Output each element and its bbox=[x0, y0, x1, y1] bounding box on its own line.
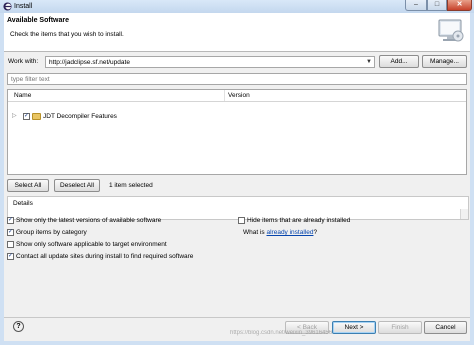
what-is-prefix: What is bbox=[243, 229, 267, 236]
help-icon[interactable]: ? bbox=[13, 321, 24, 332]
what-is-installed-text: What is already installed? bbox=[243, 228, 317, 237]
contact-sites-label: Contact all update sites during install … bbox=[16, 253, 194, 260]
chevron-down-icon[interactable]: ▼ bbox=[366, 58, 372, 67]
work-with-value: http://jadclipse.sf.net/update bbox=[49, 59, 130, 66]
already-installed-link[interactable]: already installed bbox=[266, 229, 313, 236]
details-scrollbar[interactable] bbox=[460, 209, 468, 219]
manage-button[interactable]: Manage... bbox=[422, 55, 467, 68]
deselect-all-button[interactable]: Deselect All bbox=[54, 179, 100, 192]
column-version[interactable]: Version bbox=[228, 91, 250, 100]
page-description: Check the items that you wish to install… bbox=[10, 31, 124, 38]
add-button[interactable]: Add... bbox=[379, 55, 419, 68]
install-window: Install – □ ✕ Available Software Check t… bbox=[0, 0, 474, 345]
maximize-button[interactable]: □ bbox=[427, 0, 447, 11]
footer-divider bbox=[4, 317, 470, 318]
applicable-only-label: Show only software applicable to target … bbox=[16, 241, 167, 248]
dialog-content: Available Software Check the items that … bbox=[4, 13, 470, 341]
cancel-button[interactable]: Cancel bbox=[424, 321, 467, 334]
hide-installed-label: Hide items that are already installed bbox=[247, 217, 351, 224]
applicable-only-checkbox[interactable] bbox=[7, 241, 14, 248]
window-title: Install bbox=[14, 3, 33, 10]
title-bar: Install – □ ✕ bbox=[0, 0, 474, 13]
details-title: Details bbox=[13, 200, 33, 207]
column-divider[interactable] bbox=[224, 90, 225, 101]
row-checkbox[interactable]: ✓ bbox=[23, 113, 30, 120]
hide-installed-checkbox[interactable] bbox=[238, 217, 245, 224]
work-with-label: Work with: bbox=[8, 58, 39, 65]
column-name[interactable]: Name bbox=[14, 91, 31, 100]
minimize-button[interactable]: – bbox=[405, 0, 427, 11]
group-by-category-checkbox[interactable]: ✓ bbox=[7, 229, 14, 236]
close-button[interactable]: ✕ bbox=[447, 0, 472, 11]
tree-header: Name Version bbox=[8, 90, 466, 102]
eclipse-icon bbox=[3, 2, 12, 11]
latest-versions-label: Show only the latest versions of availab… bbox=[16, 217, 162, 224]
row-label: JDT Decompiler Features bbox=[43, 113, 117, 120]
tree-row[interactable]: ▷ ✓ JDT Decompiler Features bbox=[8, 112, 466, 121]
finish-button[interactable]: Finish bbox=[378, 321, 422, 334]
what-is-suffix: ? bbox=[313, 229, 318, 236]
work-with-combo[interactable]: http://jadclipse.sf.net/update ▼ bbox=[45, 56, 375, 68]
category-folder-icon bbox=[32, 113, 41, 120]
filter-field[interactable] bbox=[7, 73, 467, 85]
install-monitor-icon bbox=[438, 19, 464, 42]
expand-arrow-icon[interactable]: ▷ bbox=[12, 112, 17, 121]
latest-versions-checkbox[interactable]: ✓ bbox=[7, 217, 14, 224]
software-tree[interactable]: Name Version ▷ ✓ JDT Decompiler Features bbox=[7, 89, 467, 175]
filter-input[interactable] bbox=[8, 74, 451, 84]
watermark: https://blog.csdn.net/weixin_39616456 bbox=[230, 330, 333, 336]
group-by-category-label: Group items by category bbox=[16, 229, 87, 236]
page-title: Available Software bbox=[7, 17, 69, 24]
selection-status: 1 item selected bbox=[109, 182, 153, 189]
select-all-button[interactable]: Select All bbox=[7, 179, 49, 192]
next-button[interactable]: Next > bbox=[332, 321, 376, 334]
wizard-header: Available Software Check the items that … bbox=[4, 13, 470, 52]
contact-sites-checkbox[interactable]: ✓ bbox=[7, 253, 14, 260]
